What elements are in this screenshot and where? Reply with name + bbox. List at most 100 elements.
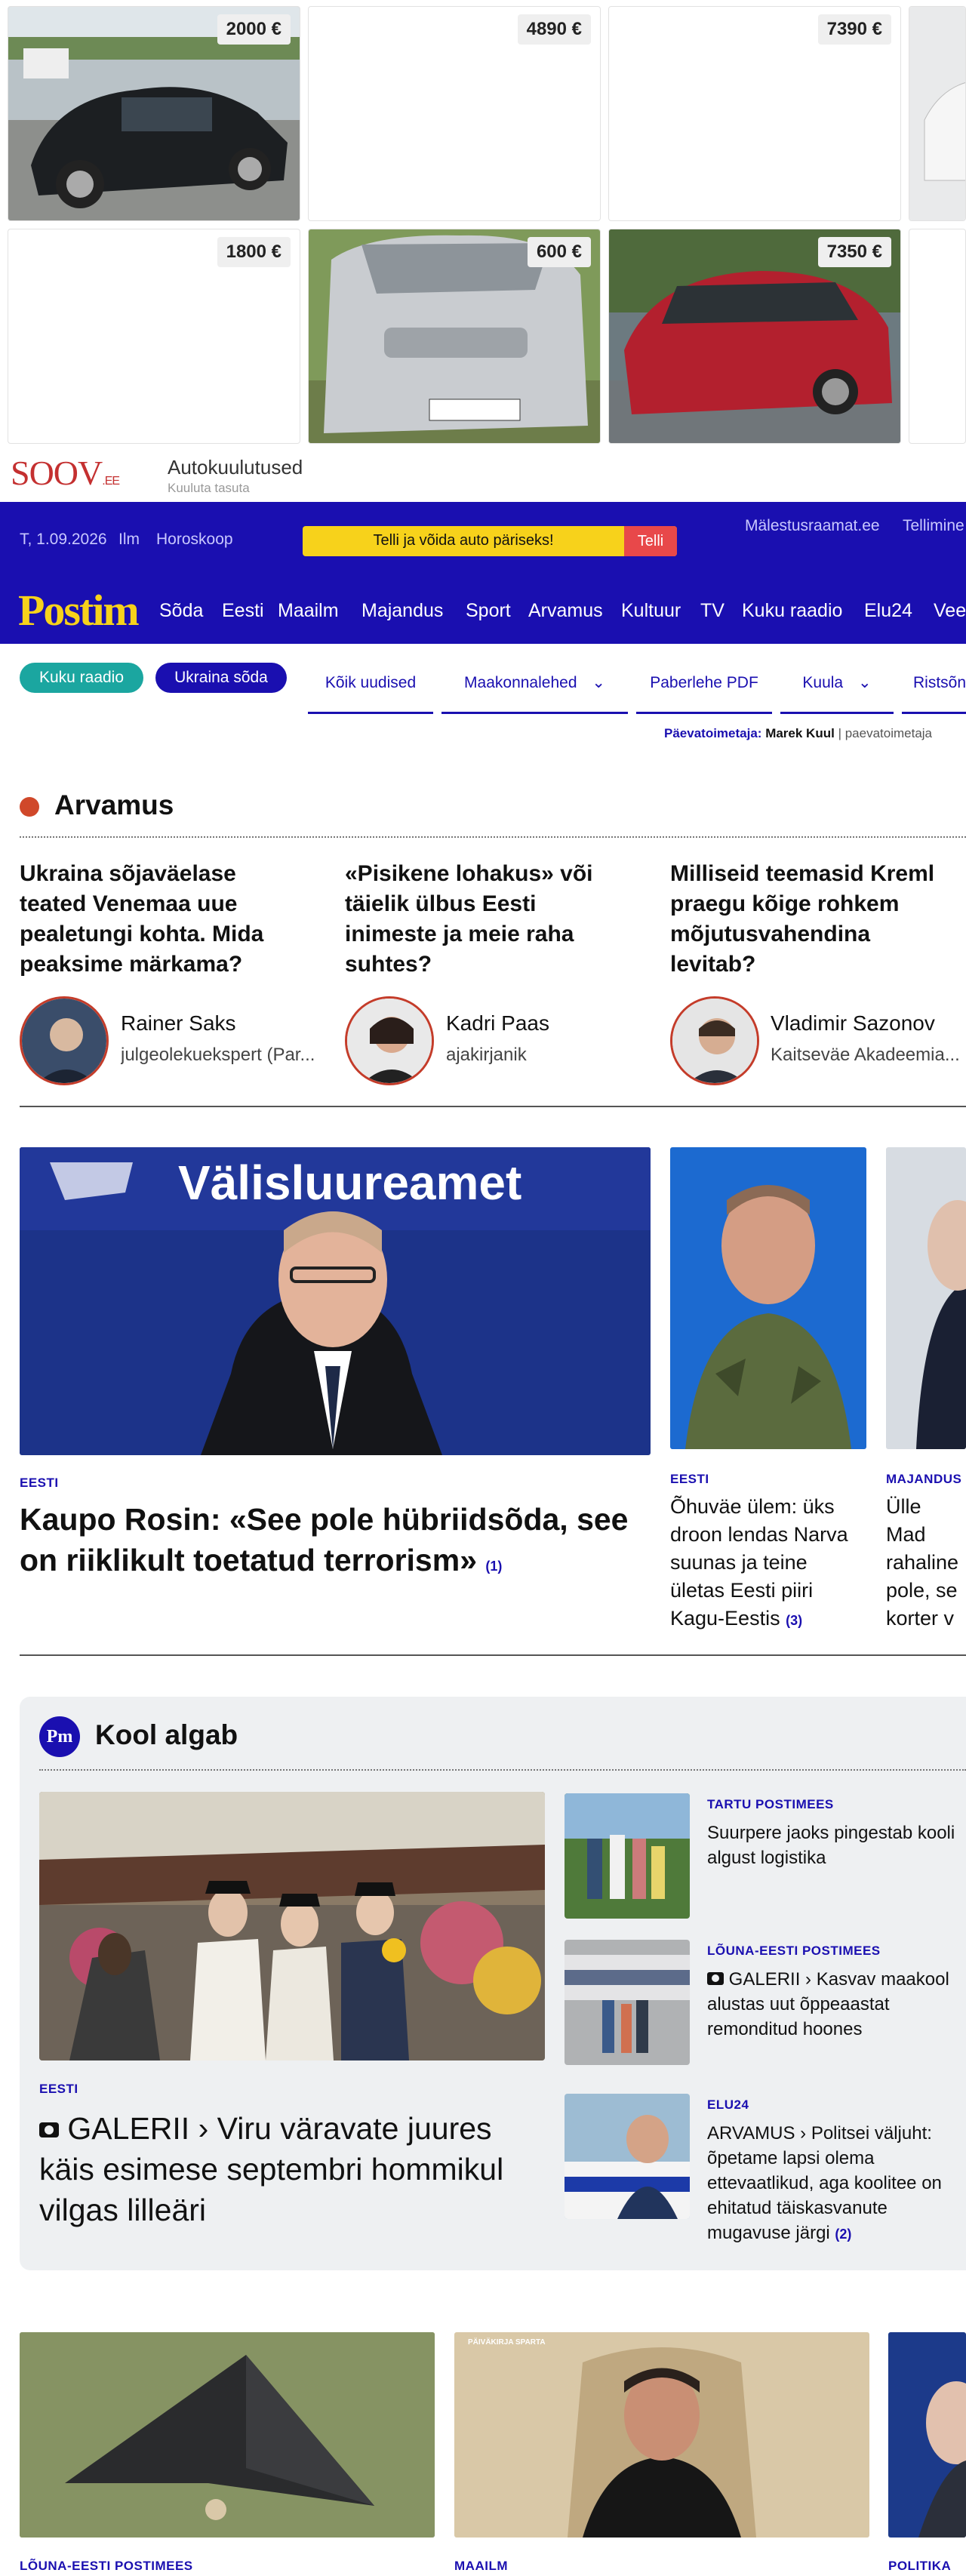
ad-card-5[interactable]: 1800 €: [8, 229, 300, 444]
photo: [20, 2332, 435, 2538]
nav-elu24[interactable]: Elu24: [864, 577, 912, 644]
ad-card-1[interactable]: 2000 €: [8, 6, 300, 221]
section-divider: [20, 1654, 966, 1656]
author-avatar-3[interactable]: [670, 996, 759, 1085]
chevron-right-icon: ›: [805, 1969, 812, 1990]
tab-maakonnalehed-label: Maakonnalehed: [464, 674, 577, 691]
main-story-image-text: Välisluureamet: [178, 1156, 522, 1210]
main-story-image[interactable]: Välisluureamet: [20, 1147, 651, 1455]
school-side-headline-1[interactable]: Suurpere jaoks pingestab kooli algust lo…: [707, 1820, 966, 1870]
school-side-image-1[interactable]: [565, 1793, 690, 1919]
nav-maailm[interactable]: Maailm: [278, 577, 339, 644]
ad-card-6[interactable]: 600 €: [308, 229, 601, 444]
tab-kuula[interactable]: Kuula ⌄: [780, 658, 894, 714]
nav-arvamus[interactable]: Arvamus: [528, 577, 603, 644]
author-photo: [672, 999, 757, 1083]
tab-koik-uudised[interactable]: Kõik uudised: [308, 658, 433, 714]
main-story-headline-text: Kaupo Rosin: «See pole hübriidsõda, see …: [20, 1502, 629, 1577]
school-side-image-2[interactable]: [565, 1940, 690, 2065]
main-nav: Postim Sõda Eesti Maailm Majandus Sport …: [0, 577, 966, 644]
ad-price-4: 1800 €: [217, 237, 291, 267]
school-title[interactable]: Kool algab: [95, 1719, 238, 1751]
horoscope-link[interactable]: Horoskoop: [156, 531, 233, 549]
nav-tv[interactable]: TV: [700, 577, 724, 644]
ad-card-3[interactable]: 7390 €: [608, 6, 901, 221]
nav-eesti[interactable]: Eesti: [222, 577, 264, 644]
photo: [565, 1793, 690, 1919]
bottom-story-category-3[interactable]: POLITIKA: [888, 2559, 951, 2574]
school-side-category-1[interactable]: TARTU POSTIMEES: [707, 1797, 834, 1812]
tab-ristsonad[interactable]: Ristsõn: [902, 658, 966, 714]
comment-count[interactable]: (3): [786, 1613, 802, 1628]
editor-name: Marek Kuul: [765, 726, 835, 740]
nav-sport[interactable]: Sport: [466, 577, 511, 644]
school-side-category-2[interactable]: LÕUNA-EESTI POSTIMEES: [707, 1944, 881, 1959]
comment-count[interactable]: (2): [835, 2227, 851, 2242]
bottom-image-caption: PÄIVÄKIRJA SPARTA: [468, 2338, 546, 2347]
author-name-2[interactable]: Kadri Paas: [446, 1011, 549, 1036]
ad-card-8[interactable]: [909, 229, 966, 444]
ad-card-2[interactable]: 4890 €: [308, 6, 601, 221]
editor-extra[interactable]: paevatoimetaja: [845, 726, 932, 740]
tellimine-link[interactable]: Tellimine: [903, 517, 964, 535]
opinion-headline-3[interactable]: Milliseid teemasid Kreml praegu kõige ro…: [670, 859, 957, 980]
ad-title[interactable]: Autokuulutused: [168, 456, 303, 479]
nav-soda[interactable]: Sõda: [159, 577, 203, 644]
nav-kultuur[interactable]: Kultuur: [621, 577, 681, 644]
bottom-story-category-1[interactable]: LÕUNA-EESTI POSTIMEES: [20, 2559, 193, 2574]
soov-logo-suffix: .EE: [102, 475, 120, 488]
school-side-category-3[interactable]: ELU24: [707, 2097, 749, 2113]
date-label: T, 1.09.2026: [20, 531, 107, 548]
opinion-headline-1[interactable]: Ukraina sõjaväelase teated Venemaa uue p…: [20, 859, 306, 980]
malestusraamat-link[interactable]: Mälestusraamat.ee: [745, 517, 880, 535]
second-story-headline[interactable]: Õhuväe ülem: üks droon lendas Narva suun…: [670, 1493, 866, 1635]
weather-link[interactable]: Ilm: [118, 531, 140, 549]
nav-majandus[interactable]: Majandus: [361, 577, 443, 644]
nav-kuku-raadio[interactable]: Kuku raadio: [742, 577, 842, 644]
ukraina-soda-pill[interactable]: Ukraina sõda: [155, 663, 287, 693]
author-name-1[interactable]: Rainer Saks: [121, 1011, 236, 1036]
soov-logo[interactable]: SOOV.EE: [11, 453, 120, 492]
bottom-story-image-3[interactable]: [888, 2332, 966, 2538]
main-story-headline[interactable]: Kaupo Rosin: «See pole hübriidsõda, see …: [20, 1499, 651, 1587]
author-avatar-1[interactable]: [20, 996, 109, 1085]
third-story-category[interactable]: MAJANDUS: [886, 1472, 961, 1487]
school-side-headline-2[interactable]: GALERII › Kasvav maakool alustas uut õpp…: [707, 1967, 966, 2042]
author-avatar-2[interactable]: [345, 996, 434, 1085]
school-main-headline[interactable]: GALERII › Viru väravate juures käis esim…: [39, 2108, 552, 2230]
school-main-category[interactable]: EESTI: [39, 2082, 78, 2097]
school-side-image-3[interactable]: [565, 2094, 690, 2219]
second-story-category[interactable]: EESTI: [670, 1472, 709, 1487]
promo-banner[interactable]: Telli ja võida auto päriseks! Telli: [303, 526, 677, 556]
photo: [565, 2094, 690, 2219]
promo-button[interactable]: Telli: [624, 526, 677, 556]
postimees-logo-text: Postim: [18, 586, 140, 635]
third-story-headline[interactable]: Ülle Mad rahaline pole, se korter v: [886, 1493, 966, 1633]
main-story-category[interactable]: EESTI: [20, 1476, 59, 1491]
kuku-raadio-pill[interactable]: Kuku raadio: [20, 663, 143, 693]
pm-badge-icon: Pm: [39, 1716, 80, 1757]
soov-logo-text: SOOV: [11, 454, 103, 492]
tab-paberlehe-pdf[interactable]: Paberlehe PDF: [636, 658, 772, 714]
section-dot-icon: [20, 797, 39, 817]
tab-maakonnalehed[interactable]: Maakonnalehed ⌄: [441, 658, 628, 714]
bottom-story-category-2[interactable]: MAAILM: [454, 2559, 508, 2574]
school-side-headline-3[interactable]: ARVAMUS › Politsei väljuht: õpetame laps…: [707, 2121, 966, 2247]
school-main-image[interactable]: [39, 1792, 545, 2060]
author-name-3[interactable]: Vladimir Sazonov: [771, 1011, 935, 1036]
nav-more[interactable]: Vee: [934, 577, 966, 644]
bottom-story-image-2[interactable]: PÄIVÄKIRJA SPARTA: [454, 2332, 869, 2538]
third-story-image[interactable]: [886, 1147, 966, 1449]
comment-count[interactable]: (1): [485, 1559, 502, 1574]
editor-line: Päevatoimetaja: Marek Kuul | paevatoimet…: [664, 726, 933, 740]
gallery-label: GALERII: [728, 1969, 801, 1990]
opinion-title[interactable]: Arvamus: [54, 789, 174, 821]
second-story-image[interactable]: [670, 1147, 866, 1449]
bottom-story-image-1[interactable]: [20, 2332, 435, 2538]
opinion-headline-2[interactable]: «Pisikene lohakus» või täielik ülbus Ees…: [345, 859, 632, 980]
ad-card-4[interactable]: [909, 6, 966, 221]
ad-card-7[interactable]: 7350 €: [608, 229, 901, 444]
ad-price-2: 4890 €: [517, 14, 591, 45]
ad-price-5: 600 €: [527, 237, 591, 267]
postimees-logo[interactable]: Postim: [18, 586, 140, 635]
